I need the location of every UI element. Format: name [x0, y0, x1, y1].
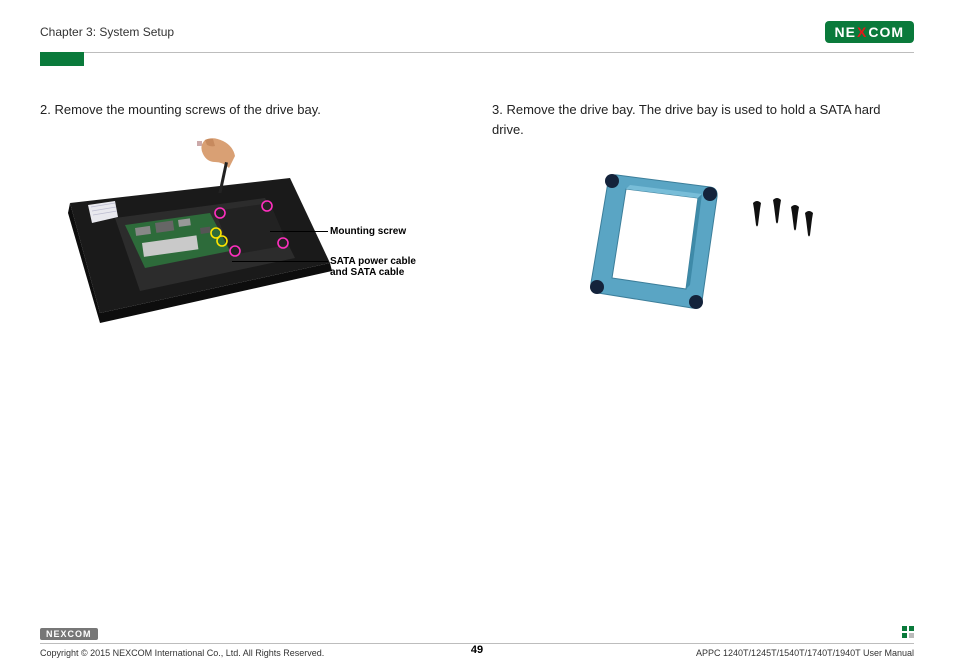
footer-logo-x: X [61, 629, 68, 639]
logo-x: X [856, 24, 868, 40]
chassis-illustration [60, 173, 340, 323]
logo-post: COM [868, 24, 904, 40]
footer-logo: NEXCOM [40, 628, 98, 640]
figure-step-3 [552, 157, 852, 347]
header-accent-tab [40, 52, 84, 66]
hand-illustration [185, 138, 255, 193]
leader-line-2 [232, 261, 328, 262]
leader-line-1 [270, 231, 328, 232]
logo-pre: NE [835, 24, 856, 40]
page-number: 49 [471, 644, 483, 656]
callout-sata-cable: SATA power cable and SATA cable [330, 256, 420, 279]
screws-illustration [747, 197, 819, 242]
brand-logo: NEXCOM [825, 21, 914, 43]
footer-logo-post: COM [68, 629, 92, 639]
breadcrumb: Chapter 3: System Setup [40, 25, 174, 39]
step-2-text: 2. Remove the mounting screws of the dri… [40, 100, 462, 120]
doc-id-text: APPC 1240T/1245T/1540T/1740T/1940T User … [696, 648, 914, 658]
copyright-text: Copyright © 2015 NEXCOM International Co… [40, 648, 324, 658]
footer-logo-pre: NE [46, 629, 61, 639]
step-3-text: 3. Remove the drive bay. The drive bay i… [492, 100, 914, 139]
header-rule [40, 52, 914, 53]
callout-mounting-screw: Mounting screw [330, 226, 406, 238]
footer-corner-mark [902, 626, 914, 638]
figure-step-2: Mounting screw SATA power cable and SATA… [60, 138, 420, 348]
drive-bay-bracket [582, 167, 732, 322]
